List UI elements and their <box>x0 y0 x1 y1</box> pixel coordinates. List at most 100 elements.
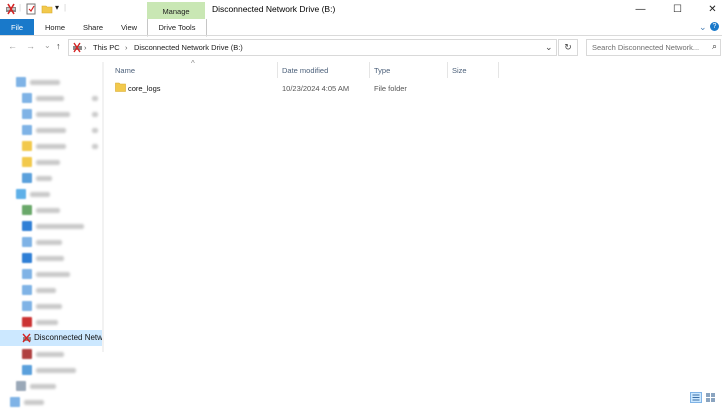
maximize-button[interactable]: ☐ <box>661 0 694 19</box>
network-drive-icon <box>22 333 32 343</box>
nav-item-icon <box>22 365 32 375</box>
sidebar-item[interactable] <box>0 90 104 106</box>
sidebar-item[interactable] <box>0 362 104 378</box>
sidebar-item[interactable] <box>0 250 104 266</box>
pin-icon <box>92 112 98 117</box>
blurred-label <box>36 208 60 213</box>
breadcrumb-this-pc[interactable]: This PC <box>93 43 120 52</box>
nav-item-icon <box>16 189 26 199</box>
nav-item-icon <box>16 77 26 87</box>
properties-icon[interactable] <box>25 3 37 15</box>
blurred-label <box>36 368 76 373</box>
address-row: ← → ⌄ ↑ › This PC › Disconnected Network… <box>0 36 722 58</box>
column-divider[interactable] <box>498 62 499 78</box>
sidebar-item[interactable] <box>0 346 104 362</box>
folder-icon <box>115 82 126 92</box>
close-button[interactable]: ✕ <box>696 0 722 19</box>
nav-item-icon <box>22 125 32 135</box>
sidebar-item[interactable] <box>0 234 104 250</box>
qa-separator: | <box>64 3 67 12</box>
nav-item-icon <box>22 285 32 295</box>
sidebar-item[interactable] <box>0 122 104 138</box>
column-size[interactable]: Size <box>452 66 467 75</box>
nav-item-icon <box>22 205 32 215</box>
qa-dropdown-icon[interactable]: ▾ <box>55 3 59 12</box>
table-row[interactable]: core_logs 10/23/2024 4:05 AM File folder <box>110 80 450 96</box>
sidebar-item[interactable] <box>0 154 104 170</box>
ribbon-tabs: File Home Share View Drive Tools ⌄ ? <box>0 19 722 37</box>
column-header: ^ Name Date modified Type Size <box>104 59 722 78</box>
pin-icon <box>92 96 98 101</box>
nav-item-icon <box>22 317 32 327</box>
navigation-pane: Disconnected Netw <box>0 62 104 407</box>
sidebar-item[interactable] <box>0 314 104 330</box>
details-view-icon[interactable] <box>690 392 702 403</box>
nav-scrollbar[interactable] <box>102 62 104 352</box>
tab-view[interactable]: View <box>114 19 144 36</box>
file-date-modified: 10/23/2024 4:05 AM <box>282 84 350 93</box>
search-icon[interactable]: ⌕ <box>712 41 717 52</box>
nav-item-icon <box>22 141 32 151</box>
address-dropdown-icon[interactable]: ⌄ <box>545 42 553 53</box>
column-type[interactable]: Type <box>374 66 390 75</box>
sidebar-item[interactable] <box>0 218 104 234</box>
forward-button[interactable]: → <box>26 41 35 51</box>
blurred-label <box>36 112 70 117</box>
tab-file[interactable]: File <box>0 19 34 36</box>
blurred-label <box>36 352 64 357</box>
blurred-label <box>36 96 64 101</box>
pin-icon <box>92 144 98 149</box>
sidebar-item[interactable] <box>0 266 104 282</box>
network-drive-icon[interactable] <box>5 3 17 15</box>
new-folder-icon[interactable] <box>41 3 53 15</box>
breadcrumb-sep: › <box>84 43 87 52</box>
column-name[interactable]: Name <box>115 66 135 75</box>
sidebar-item-label: Disconnected Netw <box>34 333 102 342</box>
tab-share[interactable]: Share <box>78 19 108 36</box>
sidebar-item[interactable] <box>0 106 104 122</box>
nav-item-icon <box>22 237 32 247</box>
sidebar-item-disconnected-network-drive[interactable]: Disconnected Netw <box>0 330 104 346</box>
sidebar-item[interactable] <box>0 202 104 218</box>
nav-item-icon <box>22 93 32 103</box>
nav-item-icon <box>22 253 32 263</box>
blurred-label <box>36 224 84 229</box>
network-drive-icon <box>73 42 82 53</box>
up-button[interactable]: ↑ <box>56 41 61 51</box>
ribbon-expand-icon[interactable]: ⌄ <box>699 22 707 33</box>
sidebar-item[interactable] <box>0 74 104 90</box>
tab-home[interactable]: Home <box>40 19 70 36</box>
search-input[interactable]: Search Disconnected Network... ⌕ <box>586 39 721 56</box>
sidebar-item[interactable] <box>0 170 104 186</box>
blurred-label <box>36 160 60 165</box>
large-icons-view-icon[interactable] <box>706 393 715 402</box>
column-date-modified[interactable]: Date modified <box>282 66 328 75</box>
breadcrumb-drive[interactable]: Disconnected Network Drive (B:) <box>134 43 243 52</box>
view-toggle <box>690 392 715 403</box>
help-icon[interactable]: ? <box>710 22 719 31</box>
sidebar-item[interactable] <box>0 298 104 314</box>
sidebar-item[interactable] <box>0 282 104 298</box>
nav-item-icon <box>22 173 32 183</box>
sidebar-item[interactable] <box>0 394 104 410</box>
recent-locations-button[interactable]: ⌄ <box>44 41 51 50</box>
qa-separator: | <box>19 3 22 12</box>
column-divider[interactable] <box>369 62 370 78</box>
file-name[interactable]: core_logs <box>128 84 161 93</box>
pin-icon <box>92 128 98 133</box>
sidebar-item[interactable] <box>0 138 104 154</box>
sidebar-item[interactable] <box>0 186 104 202</box>
nav-item-icon <box>22 301 32 311</box>
address-bar[interactable]: › This PC › Disconnected Network Drive (… <box>68 39 557 56</box>
column-divider[interactable] <box>447 62 448 78</box>
sort-arrow-icon: ^ <box>191 59 195 68</box>
column-divider[interactable] <box>277 62 278 78</box>
blurred-label <box>36 288 56 293</box>
blurred-label <box>36 128 66 133</box>
sidebar-item[interactable] <box>0 378 104 394</box>
breadcrumb-sep: › <box>125 43 128 52</box>
back-button[interactable]: ← <box>8 41 17 51</box>
nav-item-icon <box>22 269 32 279</box>
minimize-button[interactable]: — <box>624 0 657 19</box>
refresh-button[interactable]: ↻ <box>558 39 578 56</box>
